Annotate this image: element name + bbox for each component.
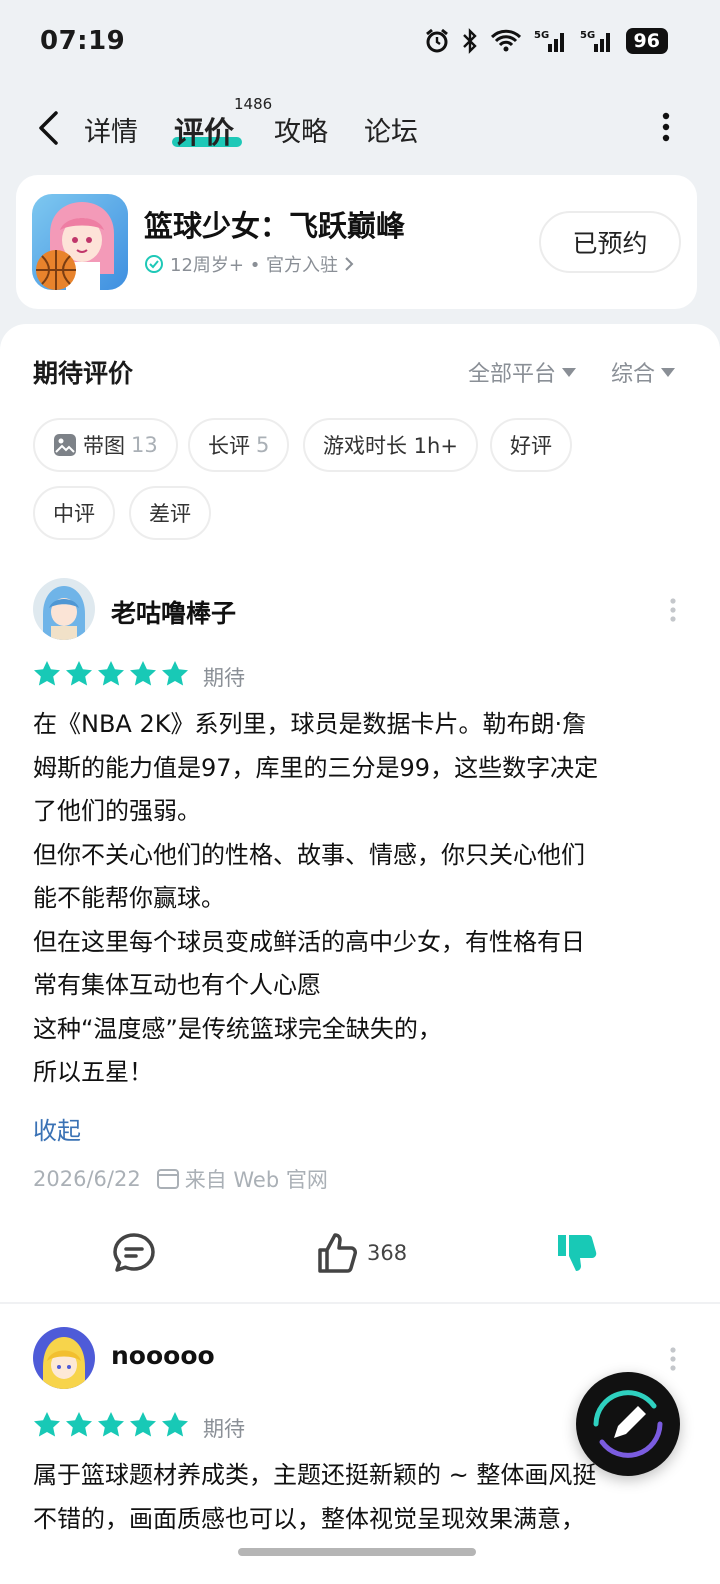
star-icon [34,1412,60,1437]
chip-neutral[interactable]: 中评 [33,486,115,540]
chip-count: 5 [256,433,270,457]
chip-label: 长评 [208,434,250,458]
review-text: 在《NBA 2K》系列里，球员是数据卡片。勒布朗·詹 姆斯的能力值是97，库里的… [33,710,599,1086]
star-icon [130,1412,156,1437]
bluetooth-icon [462,28,477,54]
dropdown-triangle-icon [562,367,577,377]
chip-label: 好评 [510,434,552,458]
platform-filter-label: 全部平台 [468,362,557,387]
game-title: 篮球少女：飞跃巅峰 [144,209,406,243]
sort-filter-label: 综合 [611,362,656,387]
chip-label: 差评 [149,502,191,526]
review-more-icon[interactable] [670,598,676,622]
reserved-button[interactable]: 已预约 [539,211,681,273]
alarm-icon [425,28,448,53]
review-source: 来自 Web 官网 [184,1168,328,1192]
review-divider [0,1302,720,1304]
chip-count: 13 [131,433,158,457]
tab-reviews[interactable]: 评价 [174,108,234,152]
pen-icon [593,1390,663,1458]
comment-button[interactable] [112,1232,156,1274]
star-icon [66,661,92,686]
review-date: 2026/6/22 [33,1167,141,1191]
battery-indicator: 96 [625,28,668,54]
more-options-icon[interactable] [662,112,670,142]
thumbs-down-icon [558,1235,597,1271]
home-indicator[interactable] [238,1548,476,1556]
star-icon [162,661,188,686]
game-meta[interactable]: 12周岁+ • 官方入驻 [144,251,354,277]
username[interactable]: 老咕噜棒子 [111,594,236,630]
star-rating [33,660,189,687]
chip-label: 中评 [53,502,95,526]
username[interactable]: nooooo [111,1341,215,1370]
sort-filter[interactable]: 综合 [611,356,676,388]
write-review-fab[interactable] [576,1372,680,1476]
back-arrow-icon[interactable] [34,110,64,146]
like-button[interactable]: 368 [315,1232,407,1274]
star-rating [33,1411,189,1438]
star-icon [162,1412,188,1437]
wifi-icon [490,29,521,52]
svg-text:5G: 5G [580,30,595,41]
nav-header: 详情 评价 1486 攻略 论坛 [0,92,720,164]
review-more-icon[interactable] [670,1347,676,1371]
avatar[interactable] [33,1327,95,1389]
thumbs-up-icon [318,1233,357,1273]
chip-with-images[interactable]: 带图 13 [33,418,178,472]
like-count: 368 [367,1241,408,1265]
section-title: 期待评价 [33,359,134,388]
tab-details[interactable]: 详情 [84,110,138,149]
svg-text:5G: 5G [534,30,549,41]
platform-filter[interactable]: 全部平台 [468,356,577,388]
review-actions: 368 [0,1226,720,1286]
star-icon [98,661,124,686]
status-icons: 5G 5G 96 [424,28,668,54]
chip-negative[interactable]: 差评 [129,486,211,540]
review-meta: 2026/6/22 来自 Web 官网 [33,1164,328,1194]
star-icon [66,1412,92,1437]
game-card[interactable]: 篮球少女：飞跃巅峰 12周岁+ • 官方入驻 已预约 [16,175,697,309]
comment-icon [113,1233,155,1272]
star-icon [130,661,156,686]
image-icon [54,434,76,456]
star-icon [34,661,60,686]
game-icon [32,194,128,290]
status-bar: 07:19 5G 5G 96 [0,0,720,84]
collapse-link[interactable]: 收起 [33,1111,81,1146]
dislike-button[interactable] [556,1232,600,1274]
avatar[interactable] [33,578,95,640]
tab-forum[interactable]: 论坛 [364,110,418,149]
tab-guides[interactable]: 攻略 [274,110,328,149]
star-icon [98,1412,124,1437]
review-tag: 期待 [203,666,245,690]
verified-check-icon [145,255,163,273]
chevron-right-icon [345,257,354,271]
signal-5g-icon: 5G [534,30,564,52]
dropdown-triangle-icon [661,367,676,377]
browser-window-icon [156,1169,179,1189]
signal-5g-icon-2: 5G [580,30,610,52]
chip-long-reviews[interactable]: 长评 5 [188,418,290,472]
chip-playtime[interactable]: 游戏时长 1h+ [303,418,478,472]
chip-label: 游戏时长 1h+ [323,434,458,458]
review-tag: 期待 [203,1417,245,1441]
status-time: 07:19 [40,26,126,56]
chip-positive[interactable]: 好评 [490,418,572,472]
reviews-count-badge: 1486 [234,95,273,113]
chip-label: 带图 [83,434,125,458]
game-meta-text: 12周岁+ • 官方入驻 [170,255,339,276]
